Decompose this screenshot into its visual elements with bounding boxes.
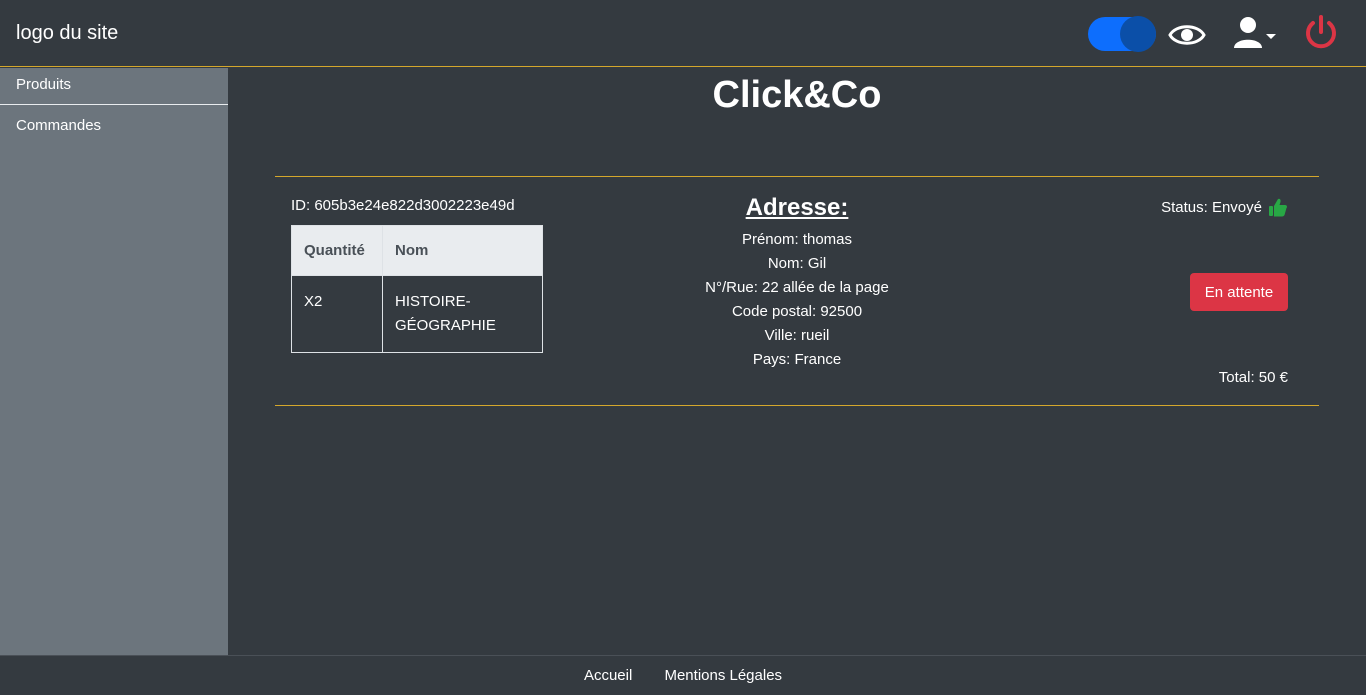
chevron-down-icon <box>1266 34 1276 39</box>
sidebar: Produits Commandes <box>0 68 228 655</box>
address-firstname: Prénom: thomas <box>741 231 853 248</box>
top-navbar: logo du site <box>0 0 1366 67</box>
address-title: Adresse: <box>745 194 849 221</box>
theme-toggle-switch[interactable] <box>1088 16 1156 52</box>
user-menu-button[interactable] <box>1232 15 1278 51</box>
cell-quantity: X2 <box>291 275 383 353</box>
footer: Accueil Mentions Légales <box>0 655 1366 695</box>
status-text: Status: Envoyé <box>1161 198 1262 216</box>
order-items-table: Quantité Nom X2 HISTOIRE-GÉOGRAPHIE <box>291 225 543 353</box>
sidebar-item-commandes[interactable]: Commandes <box>0 105 228 145</box>
address-postal-code: Code postal: 92500 <box>731 303 863 320</box>
footer-link-accueil[interactable]: Accueil <box>584 667 632 684</box>
footer-link-mentions-legales[interactable]: Mentions Légales <box>664 667 782 684</box>
address-city: Ville: rueil <box>764 327 830 344</box>
column-header-quantity: Quantité <box>291 225 383 276</box>
toggle-knob <box>1120 16 1156 52</box>
order-total: Total: 50 € <box>1218 369 1288 386</box>
address-block: Adresse: Prénom: thomas Nom: Gil N°/Rue:… <box>597 194 997 372</box>
order-id: ID: 605b3e24e822d3002223e49d <box>291 197 515 214</box>
address-lastname: Nom: Gil <box>767 255 827 272</box>
power-icon[interactable] <box>1302 14 1340 52</box>
order-divider-bottom <box>275 405 1319 406</box>
address-street: N°/Rue: 22 allée de la page <box>705 279 889 296</box>
site-logo[interactable]: logo du site <box>16 22 118 45</box>
cell-name: HISTOIRE-GÉOGRAPHIE <box>382 275 543 353</box>
thumbs-up-icon <box>1269 198 1287 217</box>
order-divider-top <box>275 176 1319 177</box>
user-icon <box>1234 17 1276 48</box>
sidebar-item-produits[interactable]: Produits <box>0 68 228 105</box>
pending-status-button[interactable]: En attente <box>1190 273 1288 311</box>
order-status: Status: Envoyé <box>1161 197 1288 217</box>
page-title: Click&Co <box>712 74 882 116</box>
table-row: X2 HISTOIRE-GÉOGRAPHIE <box>291 275 543 353</box>
column-header-name: Nom <box>382 225 543 276</box>
address-country: Pays: France <box>752 351 842 368</box>
eye-icon[interactable] <box>1168 20 1206 50</box>
